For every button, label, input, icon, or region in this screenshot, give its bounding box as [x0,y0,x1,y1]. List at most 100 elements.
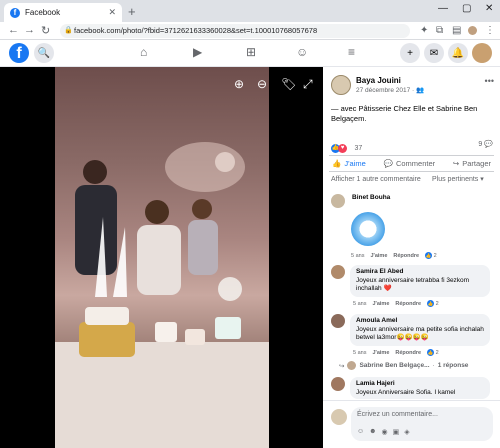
camera-icon[interactable]: ◉ [382,428,388,436]
more-options-icon[interactable]: ••• [485,76,494,86]
comment-count[interactable]: 9 💬 [478,140,493,148]
comment-time[interactable]: 5 ans [353,350,366,356]
comment-input[interactable]: Écrivez un commentaire... ☺ ☻ ◉ ▣ ◈ [351,407,493,441]
comment-icon: 💬 [383,159,393,168]
comment-like-number: 2 [435,350,439,356]
thumbs-up-icon: 👍 [332,159,342,168]
groups-icon[interactable]: ☺ [296,45,308,59]
comment-like-count[interactable]: 👍 2 [425,252,437,259]
comment-like-count[interactable]: 👍 2 [427,349,439,356]
author-avatar[interactable] [331,75,351,95]
comment-like-link[interactable]: J'aime [372,350,389,356]
profile-avatar[interactable] [468,26,477,35]
post-panel: Baya Jouini 27 décembre 2017 · 👥 ••• — a… [323,67,500,448]
menu-icon[interactable]: ≡ [348,45,355,59]
post-author[interactable]: Baya Jouini [356,76,401,85]
birthday-photo[interactable] [55,67,269,448]
comment-meta: 5 ans J'aime Répondre 👍 2 [351,252,437,259]
share-button[interactable]: ↪ Partager [453,159,491,168]
comment-reply-link[interactable]: Répondre [395,350,421,356]
comment-like-number: 2 [435,301,439,307]
comment-like-number: 2 [433,253,437,259]
reply-avatar [347,361,357,370]
like-badge-icon: 👍 [427,300,435,307]
comment-like-link[interactable]: J'aime [370,253,387,259]
comment-author[interactable]: Samira El Abed [356,268,484,277]
comment-composer: Écrivez un commentaire... ☺ ☻ ◉ ▣ ◈ [323,400,500,448]
url-input[interactable]: 🔒 facebook.com/photo/?fbid=3712621633360… [60,24,410,38]
comment-text: Joyeux anniversaire tetrabba fi 3ezkom i… [356,276,470,293]
like-label: J'aime [344,159,366,168]
browser-tab-bar: f Facebook ✕ + — ▢ ✕ [0,0,500,22]
avatar-sticker-icon[interactable]: ☺ [357,428,364,436]
emoji-icon[interactable]: ☻ [369,428,376,436]
comment-like-link[interactable]: J'aime [372,301,389,307]
sort-comments-dropdown[interactable]: Plus pertinents ▾ [432,175,492,184]
composer-tools: ☺ ☻ ◉ ▣ ◈ [357,428,410,436]
address-bar-row: ← → ↻ 🔒 facebook.com/photo/?fbid=3712621… [0,22,500,40]
home-icon[interactable]: ⌂ [140,45,147,59]
comment-avatar[interactable] [331,194,345,208]
comment-avatar[interactable] [331,377,345,391]
comment-time[interactable]: 5 ans [353,301,366,307]
url-text: facebook.com/photo/?fbid=371262163336002… [74,26,318,35]
comment-avatar[interactable] [331,265,345,279]
sticker-image [351,212,385,246]
composer-avatar [331,409,347,425]
maximize-window-icon[interactable]: ▢ [462,3,471,14]
comment-author[interactable]: Amoula Amel [356,317,484,326]
reaction-count: 37 [354,145,363,153]
create-button[interactable]: + [400,43,420,63]
video-icon[interactable]: ▶ [193,45,202,59]
gif-icon[interactable]: ▣ [393,428,400,436]
zoom-out-icon[interactable]: ⊖ [257,77,267,91]
lock-icon: 🔒 [64,27,73,34]
fullscreen-icon[interactable]: ⤢ [303,77,313,92]
forward-icon[interactable]: → [24,24,35,36]
browser-tab[interactable]: f Facebook ✕ [4,3,122,22]
extensions-icon[interactable]: ✦ [420,25,428,36]
comment-time[interactable]: 5 ans [351,253,364,259]
show-more-comments-link[interactable]: Afficher 1 autre commentaire [331,175,421,184]
sidebar-icon[interactable]: ▤ [452,25,461,36]
comment-like-count[interactable]: 👍 2 [427,300,439,307]
like-button[interactable]: 👍 J'aime [332,159,366,168]
account-avatar[interactable] [472,43,492,63]
zoom-in-icon[interactable]: ⊕ [234,77,244,91]
comment-avatar[interactable] [331,314,345,328]
comment-author[interactable]: Lamia Hajeri [356,380,484,389]
facebook-favicon-icon: f [10,7,20,18]
comment-meta: 5 ans J'aime Répondre 👍 2 [353,300,439,307]
notifications-icon[interactable]: 🔔 [448,43,468,63]
post-text: — avec Pâtisserie Chez Elle et Sabrine B… [331,104,478,123]
tab-close-icon[interactable]: ✕ [108,7,116,18]
marketplace-icon[interactable]: ⊞ [246,45,256,59]
comment-bubble: Samira El Abed Joyeux anniversaire tetra… [350,265,490,297]
puzzle-icon[interactable]: ⧉ [436,25,443,36]
reply-author: Sabrine Ben Belgaçe... [359,362,430,369]
comment-count-number: 9 [478,141,483,148]
comment-author[interactable]: Binet Bouha [352,194,390,201]
close-window-icon[interactable]: ✕ [485,3,493,14]
comment-button[interactable]: 💬 Commenter [384,159,436,168]
comment-reply-link[interactable]: Répondre [395,301,421,307]
tag-icon[interactable]: 🏷 [281,77,296,91]
new-tab-button[interactable]: + [128,4,136,19]
search-icon[interactable]: 🔍 [34,43,54,63]
sticker-icon[interactable]: ◈ [404,428,409,436]
facebook-logo[interactable]: f [9,43,29,63]
reload-icon[interactable]: ↻ [41,24,50,37]
comment-reply-link[interactable]: Répondre [393,253,419,259]
back-icon[interactable]: ← [8,24,19,36]
comment-text: Joyeux anniversaire ma petite sofia inch… [356,325,484,342]
view-replies-link[interactable]: ↪ Sabrine Ben Belgaçe... · 1 réponse [339,361,468,370]
reactions-summary[interactable]: 👍♥ 37 9 💬 [331,140,493,154]
photo-viewer: ⊕ ⊖ 🏷 ⤢ [0,67,323,448]
reply-separator: · [432,362,435,369]
menu-kebab-icon[interactable]: ⋮ [485,25,495,36]
minimize-window-icon[interactable]: — [438,3,448,14]
post-date[interactable]: 27 décembre 2017 · 👥 [356,86,424,94]
share-icon: ↪ [452,159,460,168]
messenger-icon[interactable]: ✉ [424,43,444,63]
share-label: Partager [462,159,491,168]
